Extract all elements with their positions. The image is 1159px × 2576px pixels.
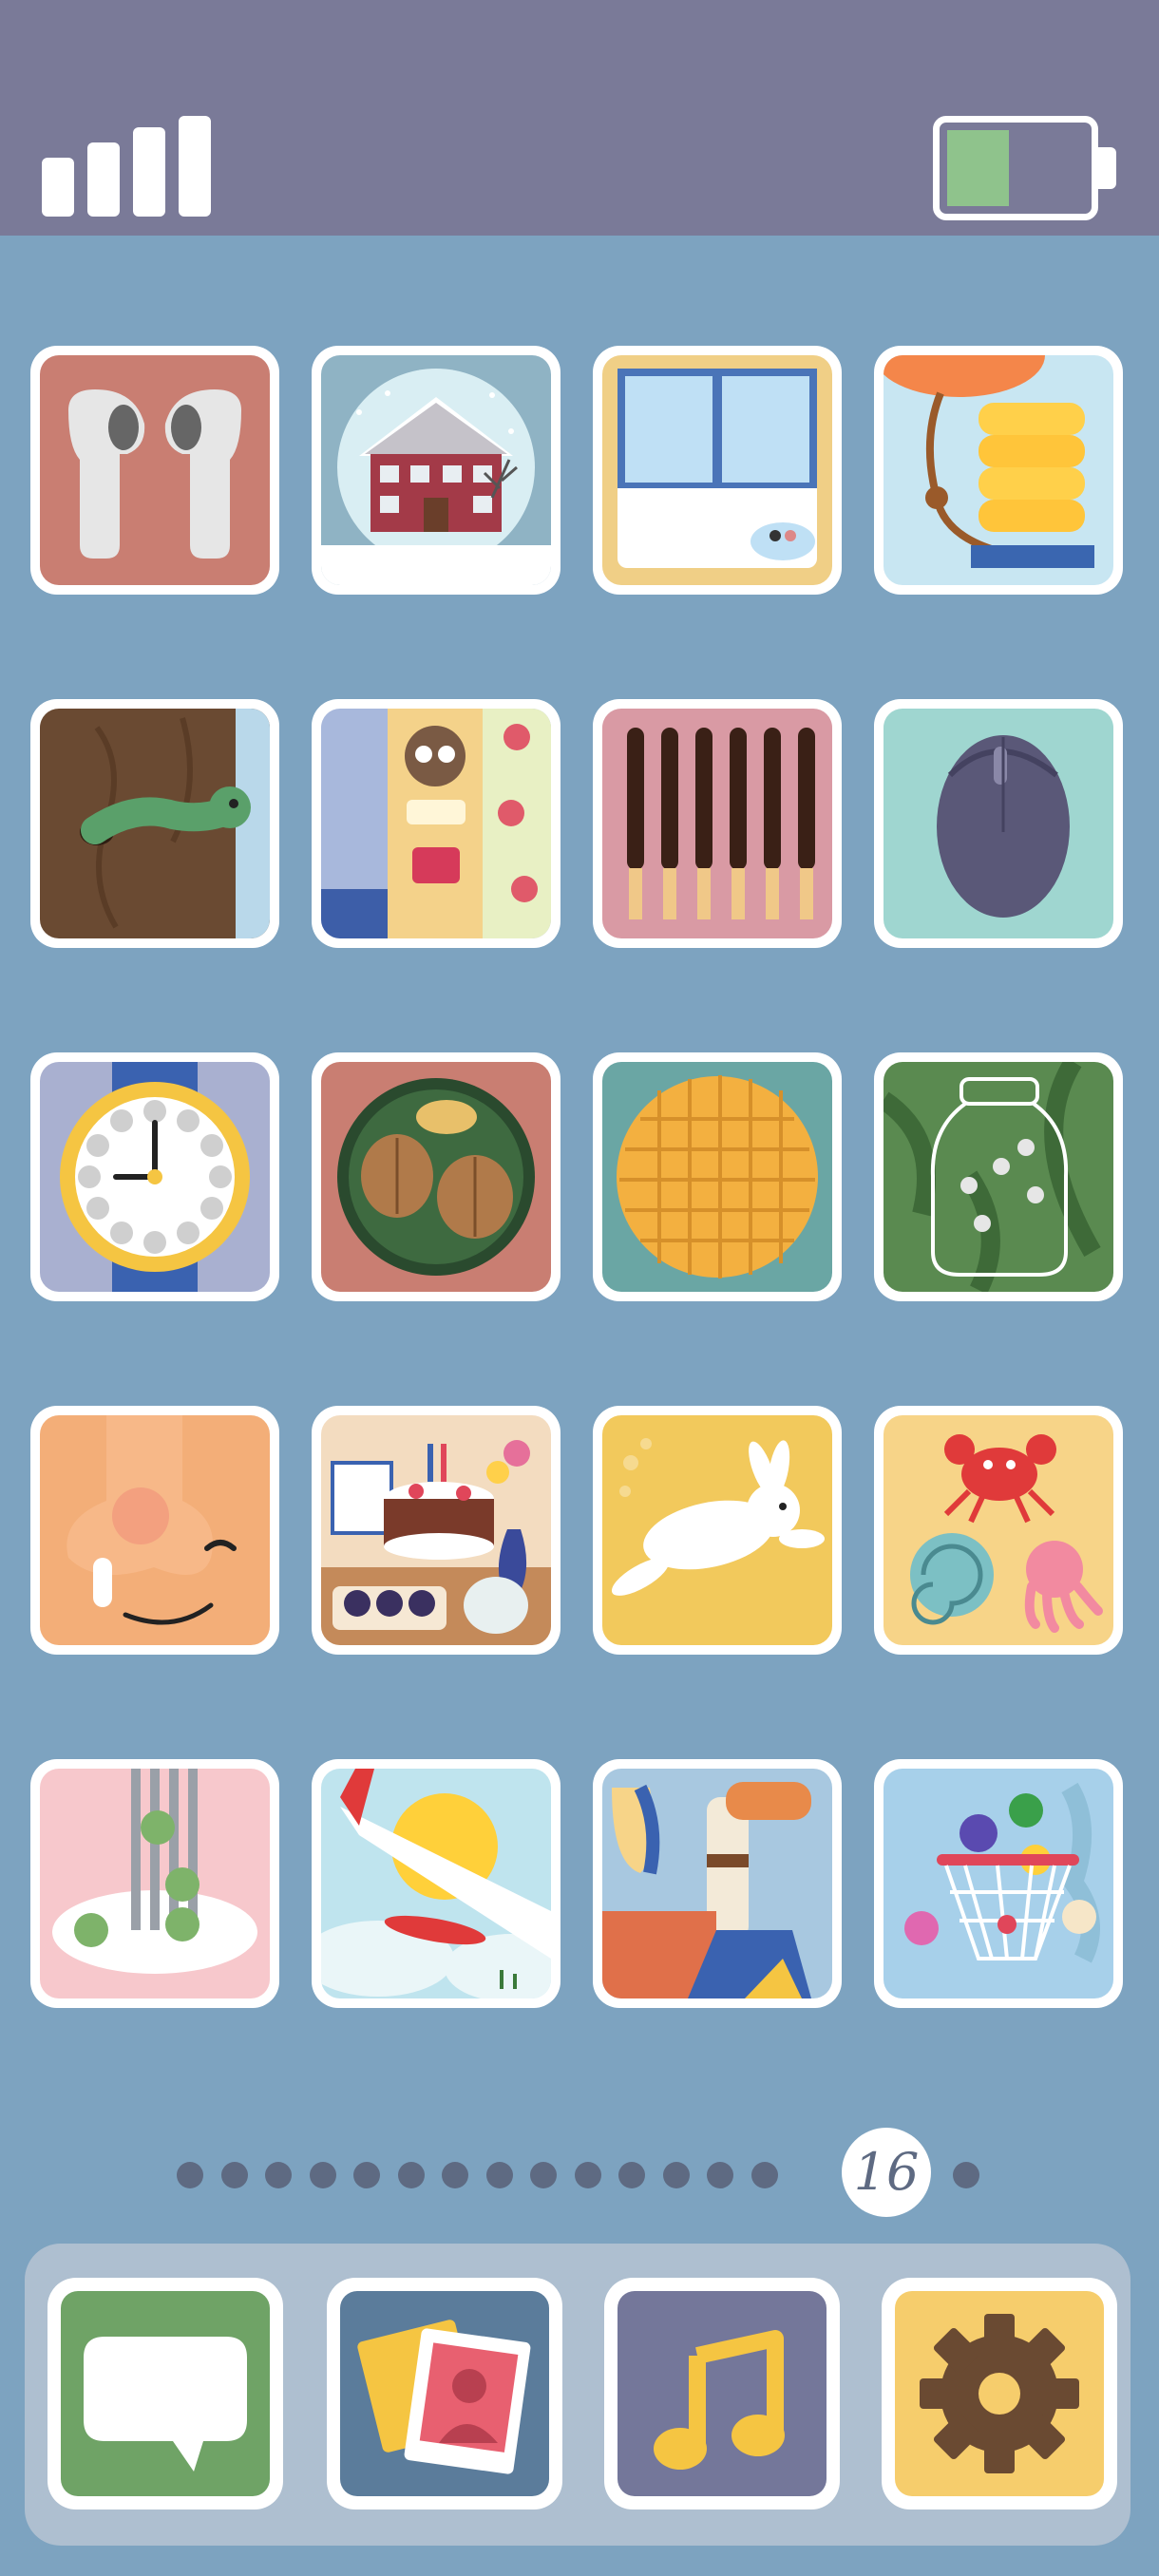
app-earbuds[interactable] (30, 346, 279, 595)
page-dot[interactable] (397, 2162, 425, 2188)
page-dot[interactable] (574, 2162, 601, 2188)
page-dot[interactable] (530, 2162, 557, 2188)
app-window[interactable] (593, 346, 842, 595)
page-dot[interactable] (750, 2162, 778, 2188)
app-watch[interactable] (30, 1052, 279, 1301)
periscope-icon (602, 1769, 832, 1998)
chocolate-sticks-icon (602, 709, 832, 938)
status-bar (0, 0, 1159, 236)
airplane-wing-icon (321, 1769, 551, 1998)
firefly-jar-icon (884, 1062, 1113, 1292)
app-snow-globe[interactable] (312, 346, 560, 595)
page-dot[interactable] (265, 2162, 292, 2188)
app-nuts[interactable] (312, 1052, 560, 1301)
earbuds-icon (40, 355, 270, 585)
basketball-hoop-icon (884, 1769, 1113, 1998)
battery-icon (933, 116, 1116, 220)
page-dot[interactable] (485, 2162, 513, 2188)
birthday-cake-icon (321, 1415, 551, 1645)
window-icon (602, 355, 832, 585)
dock-messages[interactable] (48, 2278, 283, 2510)
app-firefly-jar[interactable] (874, 1052, 1123, 1301)
snow-globe-house-icon (321, 355, 551, 585)
music-icon (618, 2291, 826, 2496)
wristwatch-icon (40, 1062, 270, 1292)
signal-bar-2 (87, 142, 120, 217)
page-indicator: 16 (0, 2128, 1159, 2217)
balloon-pump-icon (884, 355, 1113, 585)
current-page-badge[interactable]: 16 (842, 2128, 931, 2217)
app-choco-sticks[interactable] (593, 699, 842, 948)
crab-octopus-shell-icon (884, 1415, 1113, 1645)
page-dot[interactable] (353, 2162, 380, 2188)
app-airplane[interactable] (312, 1759, 560, 2008)
dock-settings[interactable] (882, 2278, 1117, 2510)
fork-peas-icon (40, 1769, 270, 1998)
page-dot[interactable] (618, 2162, 645, 2188)
computer-mouse-icon (884, 709, 1113, 938)
app-waffle[interactable] (593, 1052, 842, 1301)
messages-icon (61, 2291, 270, 2496)
waffle-icon (602, 1062, 832, 1292)
app-worm[interactable] (30, 699, 279, 948)
app-balloon-pump[interactable] (874, 346, 1123, 595)
runny-nose-face-icon (40, 1415, 270, 1645)
worm-in-wood-icon (40, 709, 270, 938)
nuts-plate-icon (321, 1062, 551, 1292)
signal-bar-1 (42, 158, 74, 217)
jumping-rabbit-icon (602, 1415, 832, 1645)
app-rabbit[interactable] (593, 1406, 842, 1655)
battery-fill (947, 130, 1009, 206)
app-fork-peas[interactable] (30, 1759, 279, 2008)
dock-music[interactable] (604, 2278, 840, 2510)
dock-photos[interactable] (327, 2278, 562, 2510)
signal-bar-4 (179, 116, 211, 217)
app-birthday[interactable] (312, 1406, 560, 1655)
app-mouse[interactable] (874, 699, 1123, 948)
app-book-cat[interactable] (312, 699, 560, 948)
photos-icon (340, 2291, 549, 2496)
page-dot[interactable] (662, 2162, 690, 2188)
page-dot[interactable] (220, 2162, 248, 2188)
app-periscope[interactable] (593, 1759, 842, 2008)
page-dot[interactable] (707, 2162, 733, 2188)
cat-strawberry-book-icon (321, 709, 551, 938)
page-dot[interactable] (177, 2162, 203, 2188)
settings-icon (895, 2291, 1104, 2496)
app-basketball[interactable] (874, 1759, 1123, 2008)
page-dot[interactable] (953, 2162, 979, 2188)
page-dot[interactable] (442, 2162, 468, 2188)
signal-bar-3 (133, 127, 165, 217)
app-nose-face[interactable] (30, 1406, 279, 1655)
app-sea-creatures[interactable] (874, 1406, 1123, 1655)
page-dot[interactable] (309, 2162, 336, 2188)
